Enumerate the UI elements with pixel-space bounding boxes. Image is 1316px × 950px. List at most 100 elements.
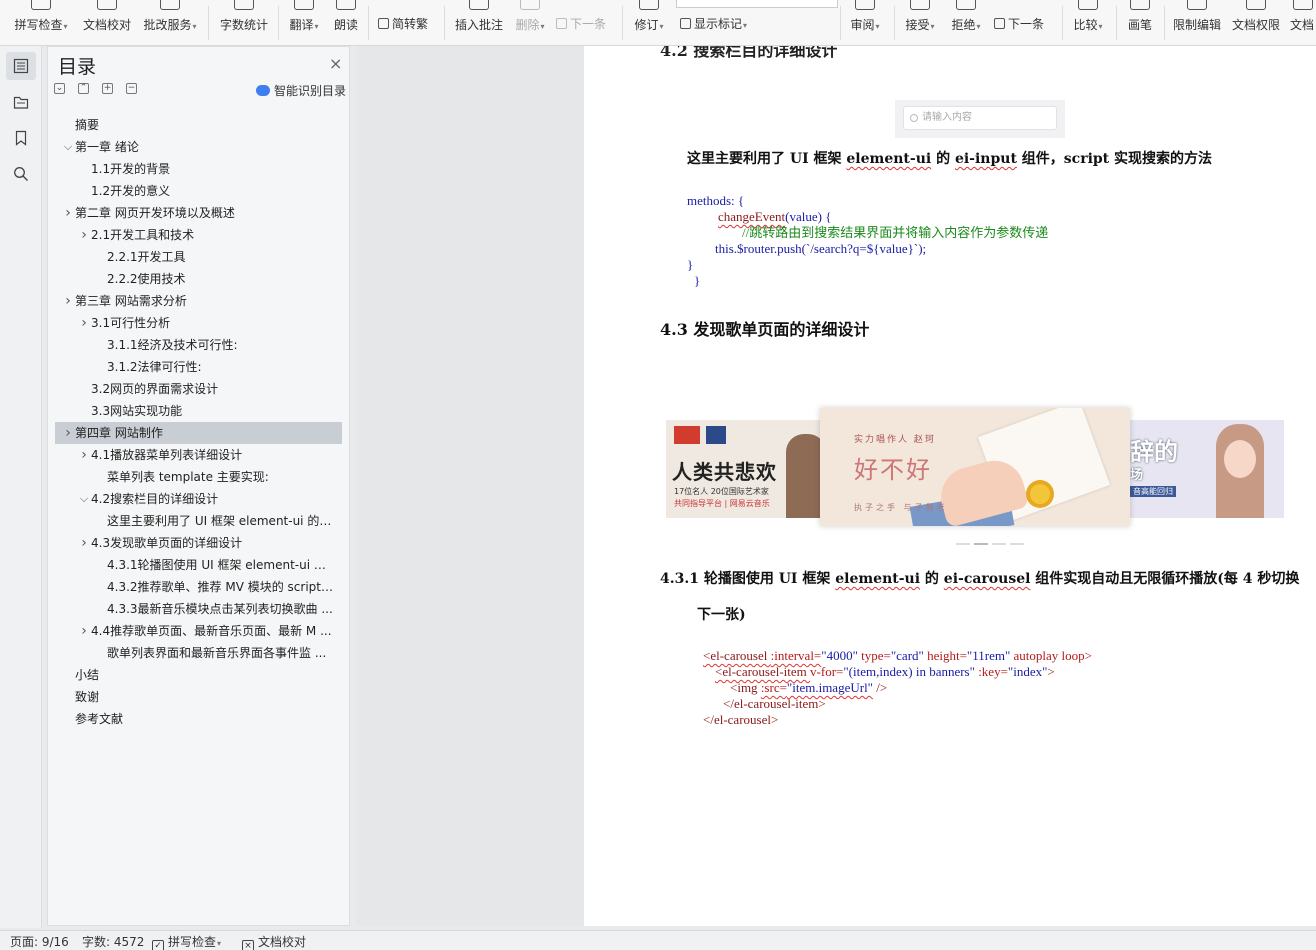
- chevron-right-icon[interactable]: ›: [63, 202, 73, 224]
- review-button[interactable]: 审阅▾: [846, 0, 884, 45]
- page-indicator[interactable]: 页面: 9/16: [10, 933, 69, 950]
- chevron-right-icon[interactable]: ›: [79, 620, 89, 642]
- toc-item-label: 3.2网页的界面需求设计: [91, 382, 219, 396]
- pen-button[interactable]: 画笔: [1122, 0, 1158, 45]
- permission-icon: [1246, 0, 1266, 10]
- magnify-doc-icon: [160, 0, 180, 10]
- toc-item[interactable]: 1.1开发的背景: [55, 158, 342, 180]
- next-comment-button[interactable]: 下一条: [556, 16, 606, 32]
- toc-item-label: 1.1开发的背景: [91, 162, 171, 176]
- toc-item[interactable]: 3.1.1经济及技术可行性:: [55, 334, 342, 356]
- heading-4-3-1-cont: 下一张): [697, 607, 746, 623]
- doc-proof-button[interactable]: 文档校对: [80, 0, 134, 45]
- proof-icon: ×: [242, 940, 254, 950]
- convert-icon: [378, 18, 389, 29]
- toc-item[interactable]: 参考文献: [55, 708, 342, 730]
- outline-icon: [13, 58, 29, 74]
- word-count-indicator[interactable]: 字数: 4572: [82, 933, 144, 950]
- insert-comment-button[interactable]: 插入批注: [452, 0, 506, 45]
- toc-item[interactable]: › 2.1开发工具和技术: [55, 224, 342, 246]
- collapse-all-icon[interactable]: ⌄: [54, 83, 65, 94]
- next-comment-icon: [556, 18, 567, 29]
- chevron-right-icon[interactable]: ›: [79, 312, 89, 334]
- translate-button[interactable]: 翻译▾: [284, 0, 324, 45]
- expand-up-icon[interactable]: ⌃: [78, 83, 89, 94]
- toc-item[interactable]: 2.2.1开发工具: [55, 246, 342, 268]
- trad-simp-button[interactable]: 简转繁: [378, 16, 428, 32]
- outline-panel: 目录 × ⌄ ⌃ + − 智能识别目录 摘要 ⌵ 第一章 绪论 1.1开发的背景 1.2…: [47, 46, 350, 926]
- toc-item[interactable]: › 4.1播放器菜单列表详细设计: [55, 444, 342, 466]
- toc-item[interactable]: › 4.4推荐歌单页面、最新音乐页面、最新 M ...: [55, 620, 342, 642]
- toc-item[interactable]: › 第二章 网页开发环境以及概述: [55, 202, 342, 224]
- search-screenshot-image: 请输入内容: [895, 100, 1065, 138]
- toc-item[interactable]: › 第四章 网站制作: [55, 422, 342, 444]
- check-icon: [31, 0, 51, 10]
- toc-item[interactable]: 摘要: [55, 114, 342, 136]
- toc-item[interactable]: ⌵ 4.2搜索栏目的详细设计: [55, 488, 342, 510]
- toc-item[interactable]: 3.1.2法律可行性:: [55, 356, 342, 378]
- status-spell-check-button[interactable]: ✓ 拼写检查▾: [152, 933, 221, 950]
- heading-4-3: 4.3 发现歌单页面的详细设计: [660, 320, 870, 339]
- toc-item[interactable]: 菜单列表 template 主要实现:: [55, 466, 342, 488]
- divider: [208, 6, 209, 40]
- chevron-right-icon[interactable]: ›: [79, 224, 89, 246]
- doc-more-button[interactable]: 文档: [1288, 0, 1316, 45]
- toc-item[interactable]: 4.3.1轮播图使用 UI 框架 element-ui 的 ...: [55, 554, 342, 576]
- add-heading-icon[interactable]: +: [102, 83, 113, 94]
- outline-title: 目录: [58, 56, 97, 78]
- toc-item[interactable]: › 3.1可行性分析: [55, 312, 342, 334]
- toc-item[interactable]: ⌵ 第一章 绪论: [55, 136, 342, 158]
- toc-item-label: 4.3.3最新音乐模块点击某列表切换歌曲 ...: [107, 602, 333, 616]
- rail-outline-button[interactable]: [6, 52, 36, 80]
- toc-item[interactable]: 小结: [55, 664, 342, 686]
- status-doc-proof-button[interactable]: × 文档校对: [242, 933, 306, 950]
- spell-check-button[interactable]: 拼写检查▾: [10, 0, 72, 45]
- toc-item[interactable]: 这里主要利用了 UI 框架 element-ui 的 ...: [55, 510, 342, 532]
- accept-button[interactable]: 接受▾: [900, 0, 940, 45]
- next-change-icon: [994, 18, 1005, 29]
- document-page[interactable]: 4.2 搜索栏目的详细设计 请输入内容 这里主要利用了 UI 框架 elemen…: [584, 46, 1316, 926]
- revise-button[interactable]: 修订▾: [630, 0, 668, 45]
- toc-item[interactable]: 2.2.2使用技术: [55, 268, 342, 290]
- batch-service-button[interactable]: 批改服务▾: [140, 0, 200, 45]
- toc-item-label: 小结: [75, 668, 100, 682]
- toc-item-label: 4.3发现歌单页面的详细设计: [91, 536, 243, 550]
- toc-item-label: 2.1开发工具和技术: [91, 228, 195, 242]
- code-line: }: [687, 257, 694, 272]
- rail-bookmark-button[interactable]: [6, 124, 36, 152]
- heading-4-3-1: 4.3.1 轮播图使用 UI 框架 element-ui 的 ei-carous…: [660, 571, 1300, 587]
- toc-item[interactable]: 1.2开发的意义: [55, 180, 342, 202]
- markup-mode-select[interactable]: [676, 0, 838, 8]
- restrict-edit-button[interactable]: 限制编辑: [1170, 0, 1224, 45]
- chevron-right-icon[interactable]: ›: [63, 422, 73, 444]
- code-line: </el-carousel>: [703, 712, 779, 727]
- chevron-down-icon[interactable]: ⌵: [63, 136, 73, 158]
- chevron-right-icon[interactable]: ›: [63, 290, 73, 312]
- chevron-right-icon[interactable]: ›: [79, 444, 89, 466]
- read-aloud-button[interactable]: 朗读: [330, 0, 362, 45]
- next-change-button[interactable]: 下一条: [994, 16, 1044, 32]
- remove-heading-icon[interactable]: −: [126, 83, 137, 94]
- close-icon[interactable]: ×: [329, 54, 342, 73]
- delete-comment-button[interactable]: 删除▾: [510, 0, 550, 45]
- compare-button[interactable]: 比较▾: [1068, 0, 1108, 45]
- toc-item[interactable]: › 第三章 网站需求分析: [55, 290, 342, 312]
- toc-item[interactable]: 3.2网页的界面需求设计: [55, 378, 342, 400]
- toc-item[interactable]: 4.3.2推荐歌单、推荐 MV 模块的 script ...: [55, 576, 342, 598]
- flower-shape: [1030, 484, 1050, 504]
- doc-permission-button[interactable]: 文档权限: [1228, 0, 1284, 45]
- toc-item[interactable]: › 4.3发现歌单页面的详细设计: [55, 532, 342, 554]
- chevron-right-icon[interactable]: ›: [79, 532, 89, 554]
- word-count-button[interactable]: 字数统计: [216, 0, 272, 45]
- show-markup-button[interactable]: 显示标记▾: [680, 16, 747, 32]
- toc-item[interactable]: 致谢: [55, 686, 342, 708]
- rail-search-button[interactable]: [6, 160, 36, 188]
- reject-button[interactable]: 拒绝▾: [946, 0, 986, 45]
- smart-toc-button[interactable]: 智能识别目录: [256, 82, 346, 99]
- badge-logo: [674, 426, 700, 444]
- toc-item[interactable]: 歌单列表界面和最新音乐界面各事件监 ...: [55, 642, 342, 664]
- rail-chapter-button[interactable]: [6, 88, 36, 116]
- chevron-down-icon[interactable]: ⌵: [79, 488, 89, 510]
- toc-item[interactable]: 3.3网站实现功能: [55, 400, 342, 422]
- toc-item[interactable]: 4.3.3最新音乐模块点击某列表切换歌曲 ...: [55, 598, 342, 620]
